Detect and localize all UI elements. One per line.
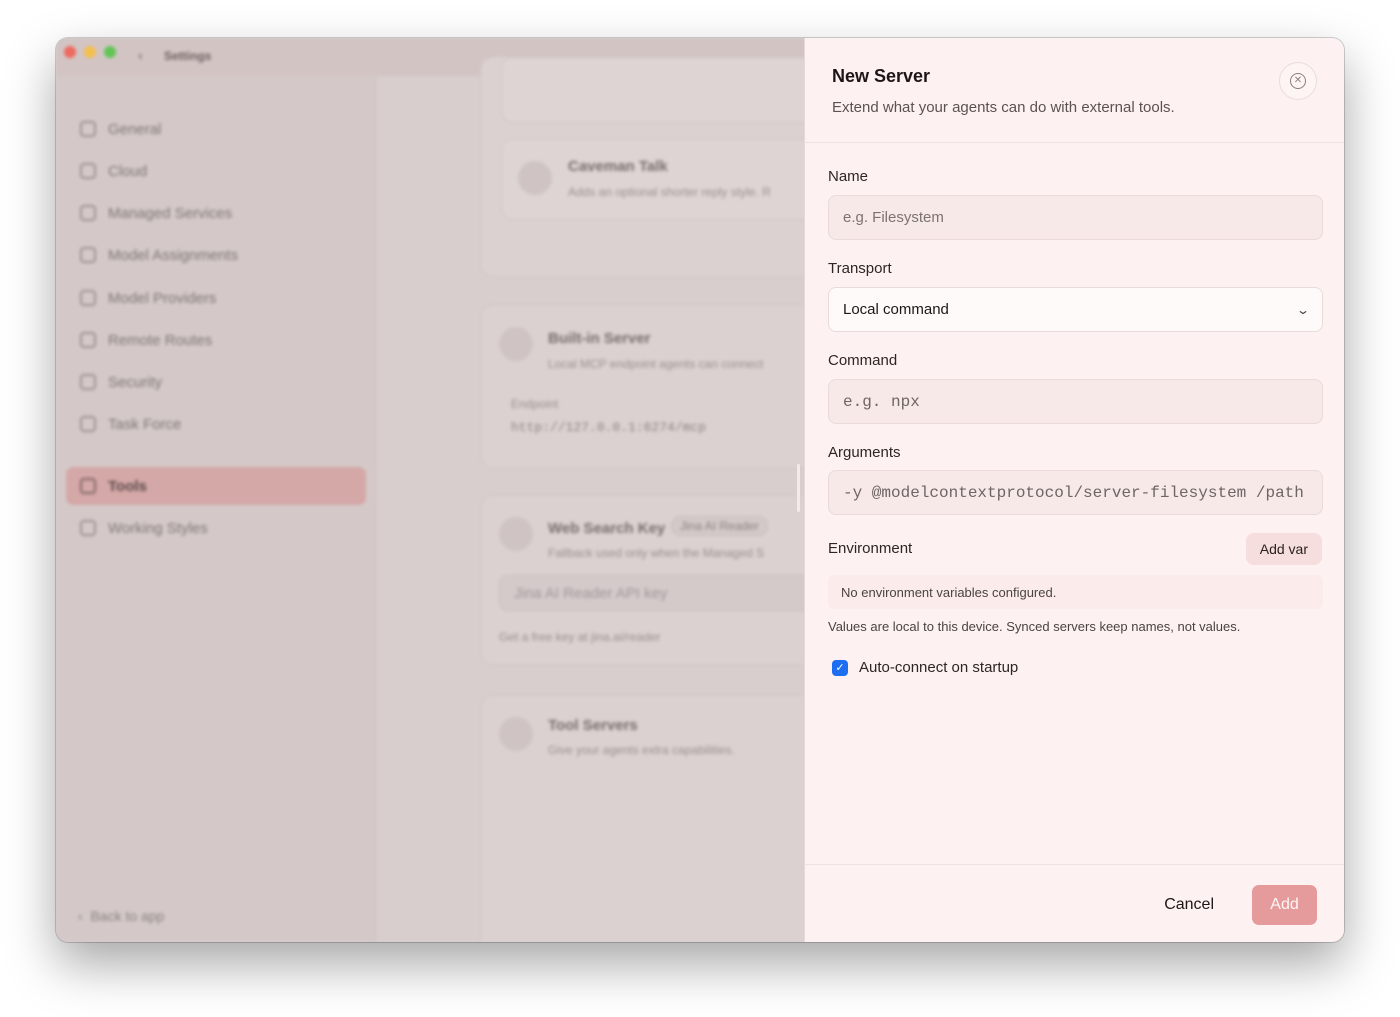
- routes-icon: [80, 332, 96, 348]
- builtin-subtitle: Local MCP endpoint agents can connect: [548, 357, 764, 371]
- websearch-subtitle: Fallback used only when the Managed S: [548, 546, 765, 560]
- sidebar-item-label: Task Force: [108, 415, 182, 433]
- autoconnect-checkbox[interactable]: ✓: [832, 659, 848, 676]
- cancel-button[interactable]: Cancel: [1154, 885, 1224, 925]
- tools-icon: [80, 478, 96, 494]
- panel-subtitle: Extend what your agents can do with exte…: [832, 99, 1175, 116]
- endpoint-label: Endpoint: [511, 397, 559, 411]
- sidebar-item-remote-routes[interactable]: Remote Routes: [66, 321, 366, 359]
- close-window-button[interactable]: [64, 46, 76, 58]
- cloud-icon: [80, 163, 96, 179]
- command-input[interactable]: e.g. npx: [828, 379, 1323, 424]
- minimize-window-button[interactable]: [84, 46, 96, 58]
- sidebar-item-label: Model Assignments: [108, 246, 239, 264]
- panel-header: New Server Extend what your agents can d…: [805, 38, 1344, 143]
- caveman-subtitle: Adds an optional shorter reply style. R: [568, 185, 771, 199]
- sidebar-item-label: Model Providers: [108, 289, 217, 307]
- sidebar-item-security[interactable]: Security: [66, 363, 366, 401]
- grid-icon: [499, 717, 533, 751]
- transport-select[interactable]: Local command ⌄: [828, 287, 1323, 332]
- sidebar-item-managed-services[interactable]: Managed Services: [66, 194, 366, 232]
- add-var-button[interactable]: Add var: [1245, 533, 1322, 565]
- panel-title: New Server: [832, 66, 931, 86]
- name-label: Name: [828, 168, 869, 185]
- environment-hint: Values are local to this device. Synced …: [828, 619, 1241, 634]
- sidebar-item-cloud[interactable]: Cloud: [66, 152, 366, 190]
- close-icon: ✕: [1290, 73, 1306, 89]
- sidebar-item-working-styles[interactable]: Working Styles: [66, 509, 366, 547]
- arguments-input[interactable]: -y @modelcontextprotocol/server-filesyst…: [828, 470, 1323, 515]
- sidebar: General Cloud Managed Services Model Ass…: [56, 76, 376, 942]
- arguments-label: Arguments: [828, 444, 901, 461]
- chevron-down-icon: ⌄: [1295, 302, 1311, 317]
- sidebar-item-label: General: [108, 120, 162, 138]
- shield-icon: [80, 374, 96, 390]
- name-input[interactable]: e.g. Filesystem: [828, 195, 1323, 240]
- server-icon: [499, 327, 533, 361]
- environment-empty-state: No environment variables configured.: [828, 575, 1323, 609]
- sidebar-item-task-force[interactable]: Task Force: [66, 405, 366, 443]
- builtin-title: Built-in Server: [548, 330, 651, 347]
- caveman-icon: [518, 161, 552, 195]
- websearch-title: Web Search Key: [548, 520, 666, 537]
- chevron-left-icon[interactable]: ‹: [138, 47, 143, 63]
- zoom-window-button[interactable]: [104, 46, 116, 58]
- back-to-app-link[interactable]: ‹ Back to app: [78, 908, 164, 924]
- scrollbar[interactable]: [797, 464, 800, 512]
- sidebar-item-label: Security: [108, 373, 163, 391]
- command-label: Command: [828, 352, 898, 369]
- toolservers-subtitle: Give your agents extra capabilities.: [548, 743, 735, 757]
- back-to-app-label: Back to app: [90, 908, 165, 924]
- providers-icon: [80, 290, 96, 306]
- add-button[interactable]: Add: [1252, 885, 1317, 925]
- styles-icon: [80, 520, 96, 536]
- sidebar-item-label: Tools: [108, 477, 147, 495]
- jina-badge: Jina AI Reader: [671, 516, 768, 536]
- settings-window: ‹ Settings General Cloud Managed Service…: [56, 38, 1344, 942]
- globe-icon: [499, 517, 533, 551]
- window-title: Settings: [164, 49, 212, 63]
- autoconnect-label: Auto-connect on startup: [859, 659, 1019, 676]
- sidebar-item-tools[interactable]: Tools: [66, 467, 366, 505]
- sidebar-item-label: Cloud: [108, 162, 148, 180]
- sidebar-item-label: Remote Routes: [108, 331, 213, 349]
- environment-label: Environment: [828, 540, 913, 557]
- sidebar-item-model-providers[interactable]: Model Providers: [66, 279, 366, 317]
- transport-label: Transport: [828, 260, 892, 277]
- assignments-icon: [80, 247, 96, 263]
- new-server-panel: New Server Extend what your agents can d…: [804, 38, 1344, 942]
- sidebar-item-label: Managed Services: [108, 204, 233, 222]
- transport-value: Local command: [843, 301, 949, 318]
- sidebar-item-general[interactable]: General: [66, 110, 366, 148]
- taskforce-icon: [80, 416, 96, 432]
- endpoint-value: http://127.0.0.1:6274/mcp: [511, 420, 707, 435]
- services-icon: [80, 205, 96, 221]
- home-icon: [80, 121, 96, 137]
- sidebar-item-model-assignments[interactable]: Model Assignments: [66, 236, 366, 274]
- close-panel-button[interactable]: ✕: [1279, 62, 1317, 100]
- jina-hint-link[interactable]: Get a free key at jina.ai/reader: [499, 630, 660, 644]
- sidebar-item-label: Working Styles: [108, 519, 208, 537]
- autoconnect-row[interactable]: ✓ Auto-connect on startup: [832, 659, 1018, 676]
- panel-footer: Cancel Add: [805, 864, 1344, 942]
- caveman-title: Caveman Talk: [568, 158, 668, 175]
- toolservers-title: Tool Servers: [548, 717, 638, 734]
